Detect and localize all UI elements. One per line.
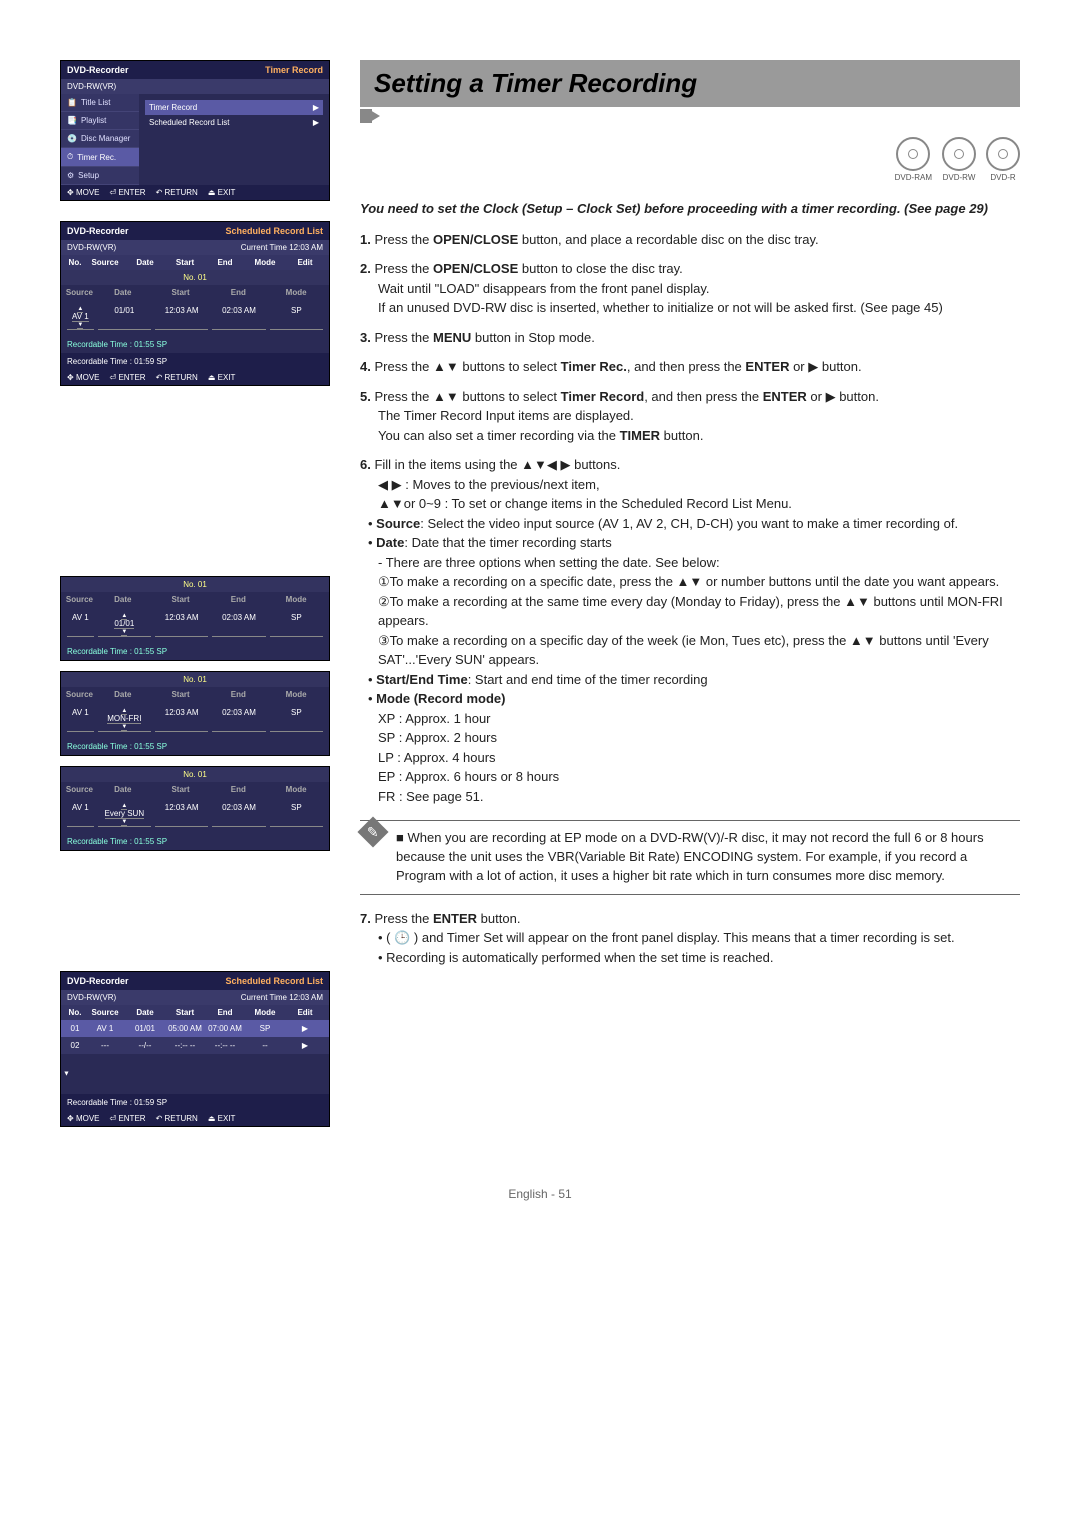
disc-icon	[896, 137, 930, 171]
screenshot-scheduled-list-filled: DVD-Recorder Scheduled Record List DVD-R…	[60, 971, 330, 1127]
step-2: 2. Press the OPEN/CLOSE button to close …	[360, 259, 1020, 318]
step-1: 1. Press the OPEN/CLOSE button, and plac…	[360, 230, 1020, 250]
compatible-discs: DVD-RAM DVD-RW DVD-R	[360, 137, 1020, 182]
step-4: 4. Press the ▲▼ buttons to select Timer …	[360, 357, 1020, 377]
step-5: 5. Press the ▲▼ buttons to select Timer …	[360, 387, 1020, 446]
disc-icon	[942, 137, 976, 171]
note-box: ✎ ■ When you are recording at EP mode on…	[360, 820, 1020, 895]
page-title: Setting a Timer Recording	[374, 68, 1006, 99]
step-3: 3. Press the MENU button in Stop mode.	[360, 328, 1020, 348]
submenu: Timer Record▶ Scheduled Record List▶	[139, 94, 329, 185]
screenshot-menu-timer-record: DVD-Recorder Timer Record DVD-RW(VR) 📋Ti…	[60, 60, 330, 201]
step-6: 6. Fill in the items using the ▲▼◀ ▶ but…	[360, 455, 1020, 806]
screenshot-date-everysun: No. 01 SourceDateStartEndMode AV 1 ▲Ever…	[60, 766, 330, 851]
flow-arrow-icon	[370, 110, 380, 122]
screenshot-date-monfri: No. 01 SourceDateStartEndMode AV 1 ▲MON-…	[60, 671, 330, 756]
step-7: 7. Press the ENTER button. • ( 🕒 ) and T…	[360, 909, 1020, 968]
panel-footer: ✥ MOVE ⏎ ENTER ↶ RETURN ⏏ EXIT	[61, 185, 329, 200]
screenshot-date-specific: No. 01 SourceDateStartEndMode AV 1 ▲01/0…	[60, 576, 330, 661]
screenshot-scheduled-list-edit: DVD-Recorder Scheduled Record List DVD-R…	[60, 221, 330, 386]
panel-subtitle: Timer Record	[265, 65, 323, 75]
page-footer: English - 51	[60, 1187, 1020, 1201]
page-title-bar: Setting a Timer Recording	[360, 60, 1020, 107]
disc-type: DVD-RW(VR)	[67, 82, 116, 91]
intro-note: You need to set the Clock (Setup – Clock…	[360, 200, 1020, 218]
panel-title: DVD-Recorder	[67, 65, 129, 75]
menu-sidebar: 📋Title List 📑Playlist 💿Disc Manager ⏱Tim…	[61, 94, 139, 185]
instruction-steps: 1. Press the OPEN/CLOSE button, and plac…	[360, 230, 1020, 968]
disc-icon	[986, 137, 1020, 171]
note-icon: ✎	[357, 817, 388, 848]
